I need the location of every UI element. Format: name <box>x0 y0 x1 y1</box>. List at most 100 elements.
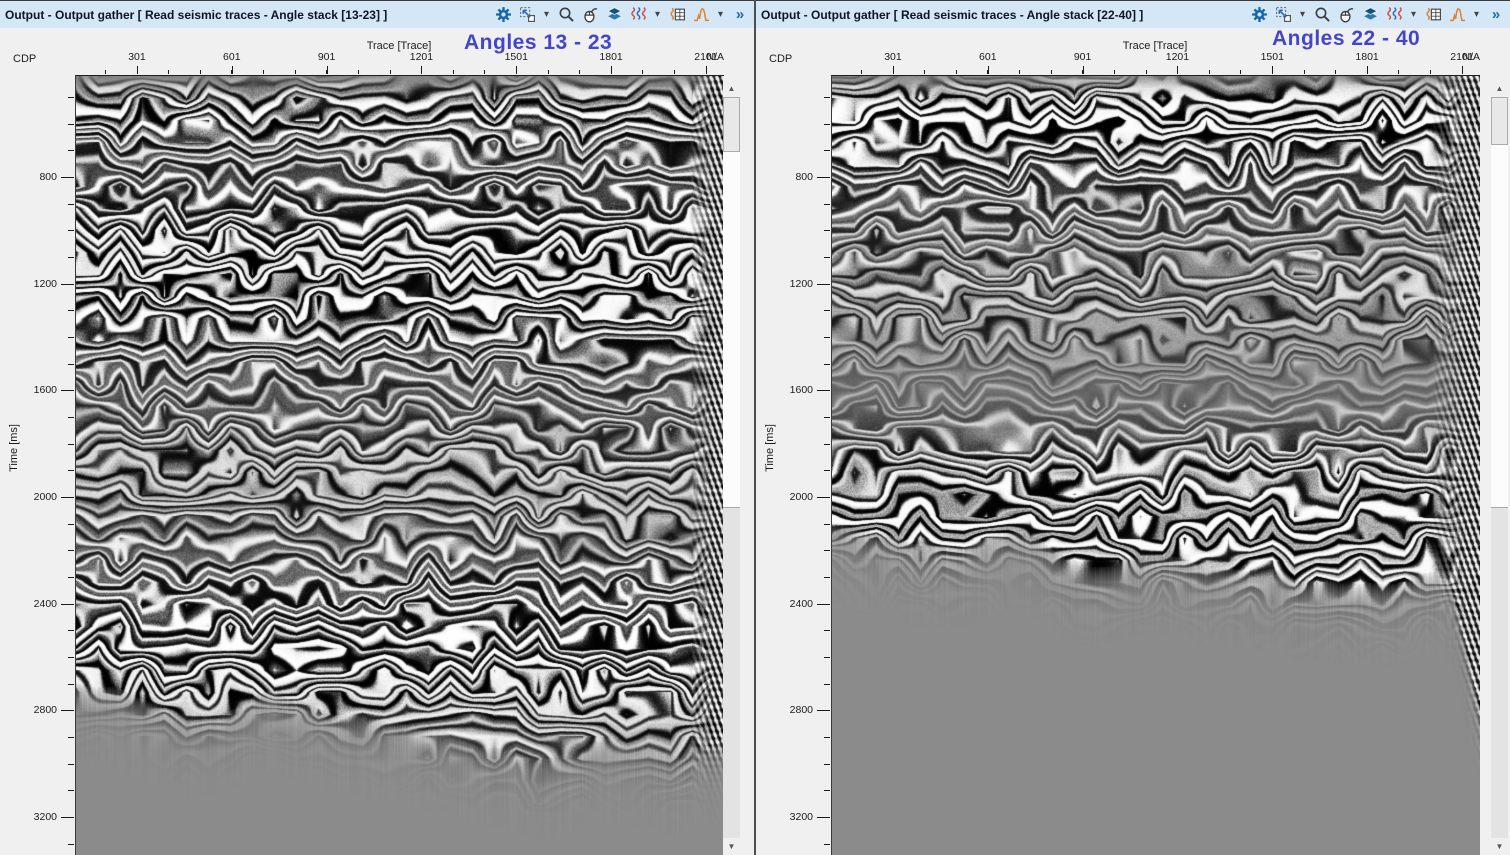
x-major-tick <box>1177 66 1178 74</box>
amplitude-histogram-icon[interactable] <box>692 6 710 24</box>
y-major-tick <box>61 604 74 605</box>
x-minor-tick <box>484 70 485 74</box>
x-major-tick <box>1272 66 1273 74</box>
y-major-tick <box>817 177 830 178</box>
mouse-controls-icon[interactable] <box>1337 6 1355 24</box>
fit-view-arrow-icon[interactable] <box>518 6 536 24</box>
x-minor-tick <box>956 70 957 74</box>
time-axis-title: Time [ms] <box>8 424 20 472</box>
y-minor-tick <box>68 444 74 445</box>
x-tick-label: 601 <box>210 51 254 63</box>
y-minor-tick <box>824 230 830 231</box>
x-minor-tick <box>1146 70 1147 74</box>
dropdown-caret-icon[interactable]: ▾ <box>1298 6 1307 24</box>
layers-stack-icon[interactable] <box>1361 6 1379 24</box>
x-minor-tick <box>1398 70 1399 74</box>
zoom-magnifier-icon[interactable] <box>1313 6 1331 24</box>
x-minor-tick <box>924 70 925 74</box>
vertical-scrollbar[interactable]: ▲ ▼ <box>723 80 740 855</box>
more-tools-icon[interactable]: » <box>731 6 749 24</box>
y-tick-label: 1200 <box>769 278 813 290</box>
scroll-thumb[interactable] <box>1491 97 1508 145</box>
amplitude-histogram-icon[interactable] <box>1448 6 1466 24</box>
window-toolbar: ▾ ▾ ▾ » <box>494 6 749 24</box>
y-minor-tick <box>824 470 830 471</box>
y-minor-tick <box>68 684 74 685</box>
x-tick-label: 1801 <box>589 51 633 63</box>
x-minor-tick <box>168 70 169 74</box>
layers-stack-icon[interactable] <box>605 6 623 24</box>
scroll-track-lower[interactable] <box>723 507 740 838</box>
scroll-track-lower[interactable] <box>1491 507 1508 838</box>
scroll-up-button[interactable]: ▲ <box>1491 80 1508 97</box>
x-minor-tick <box>1114 70 1115 74</box>
y-minor-tick <box>824 524 830 525</box>
dropdown-caret-icon[interactable]: ▾ <box>653 6 662 24</box>
x-tick-label: 901 <box>1061 51 1105 63</box>
x-major-tick <box>232 66 233 74</box>
y-minor-tick <box>68 764 74 765</box>
trace-table-icon[interactable] <box>1424 6 1442 24</box>
scroll-up-button[interactable]: ▲ <box>723 80 740 97</box>
settings-gear-icon[interactable] <box>1250 6 1268 24</box>
dropdown-caret-icon[interactable]: ▾ <box>716 6 725 24</box>
x-tick-label: 1501 <box>1250 51 1294 63</box>
mouse-controls-icon[interactable] <box>581 6 599 24</box>
x-minor-tick <box>453 70 454 74</box>
y-minor-tick <box>68 204 74 205</box>
x-minor-tick <box>295 70 296 74</box>
y-minor-tick <box>68 790 74 791</box>
vertical-scrollbar[interactable]: ▲ ▼ <box>1491 80 1508 855</box>
y-minor-tick <box>824 630 830 631</box>
x-minor-tick <box>579 70 580 74</box>
wiggle-traces-icon[interactable] <box>629 6 647 24</box>
cdp-axis-label: CDP <box>13 53 36 65</box>
y-tick-label: 800 <box>769 171 813 183</box>
y-major-tick <box>61 497 74 498</box>
x-major-tick <box>137 66 138 74</box>
y-major-tick <box>61 177 74 178</box>
y-minor-tick <box>824 844 830 845</box>
fit-view-arrow-icon[interactable] <box>1274 6 1292 24</box>
y-tick-label: 2800 <box>13 704 57 716</box>
seismic-image[interactable] <box>831 75 1480 855</box>
y-minor-tick <box>68 630 74 631</box>
trace-table-icon[interactable] <box>668 6 686 24</box>
x-minor-tick <box>1335 70 1336 74</box>
y-minor-tick <box>68 470 74 471</box>
wiggle-traces-icon[interactable] <box>1385 6 1403 24</box>
scroll-thumb[interactable] <box>723 97 740 152</box>
x-minor-tick <box>200 70 201 74</box>
settings-gear-icon[interactable] <box>494 6 512 24</box>
y-minor-tick <box>68 257 74 258</box>
x-minor-tick <box>1019 70 1020 74</box>
y-minor-tick <box>824 417 830 418</box>
y-minor-tick <box>68 310 74 311</box>
window-titlebar[interactable]: Output - Output gather [ Read seismic tr… <box>0 0 754 28</box>
x-tick-label: 1801 <box>1345 51 1389 63</box>
window-toolbar: ▾ ▾ ▾ » <box>1250 6 1505 24</box>
scroll-down-button[interactable]: ▼ <box>723 838 740 855</box>
dropdown-caret-icon[interactable]: ▾ <box>1472 6 1481 24</box>
zoom-magnifier-icon[interactable] <box>557 6 575 24</box>
down-arrow-icon: ▼ <box>728 843 736 851</box>
down-arrow-icon: ▼ <box>1496 843 1504 851</box>
y-minor-tick <box>68 150 74 151</box>
y-minor-tick <box>824 764 830 765</box>
y-major-tick <box>61 710 74 711</box>
y-minor-tick <box>824 364 830 365</box>
window-titlebar[interactable]: Output - Output gather [ Read seismic tr… <box>756 0 1510 28</box>
y-major-tick <box>817 390 830 391</box>
y-major-tick <box>817 497 830 498</box>
seismic-image[interactable] <box>75 75 724 855</box>
y-major-tick <box>61 390 74 391</box>
scroll-down-button[interactable]: ▼ <box>1491 838 1508 855</box>
y-minor-tick <box>68 124 74 125</box>
x-tick-label: 301 <box>871 51 915 63</box>
y-minor-tick <box>824 257 830 258</box>
dropdown-caret-icon[interactable]: ▾ <box>1409 6 1418 24</box>
y-minor-tick <box>68 550 74 551</box>
more-tools-icon[interactable]: » <box>1487 6 1505 24</box>
dropdown-caret-icon[interactable]: ▾ <box>542 6 551 24</box>
x-tick-label: 1501 <box>494 51 538 63</box>
